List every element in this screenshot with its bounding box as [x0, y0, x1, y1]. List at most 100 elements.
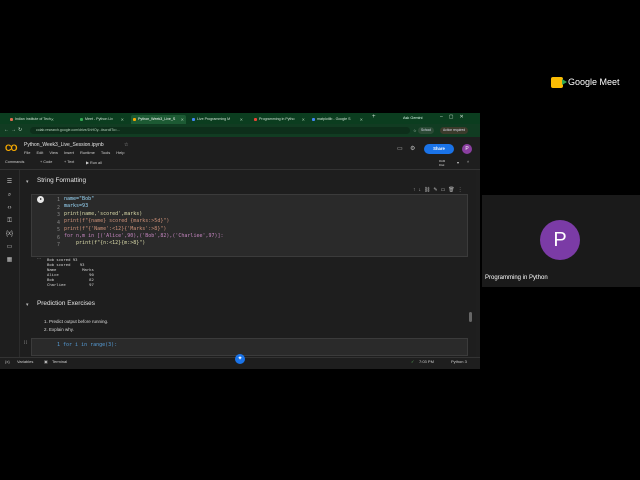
tab-label: Live Programming M: [197, 117, 231, 121]
cell-toolbar: ↑↓⛓✎▭🗑⋮: [413, 187, 466, 193]
bookmark-star-icon[interactable]: ☆: [413, 127, 417, 134]
execution-count: [ ]: [24, 340, 28, 344]
folder-icon[interactable]: ▭: [6, 244, 13, 251]
browser-tab[interactable]: Indian Institute of Tech ✕: [8, 115, 56, 124]
settings-gear-icon[interactable]: ⚙: [410, 145, 415, 152]
cell-output: [31, 257, 468, 292]
comment-icon[interactable]: ▭: [397, 145, 403, 152]
chevron-up-icon[interactable]: ˄: [467, 160, 469, 164]
close-icon[interactable]: ✕: [240, 115, 243, 124]
url-input[interactable]: colab.research.google.com/drive/1hHOy...…: [30, 127, 410, 134]
tab-favicon-icon: [312, 118, 315, 121]
disk-indicator[interactable]: Disk: [439, 163, 444, 167]
line-number: 2: [57, 205, 61, 211]
tab-favicon-icon: [254, 118, 257, 121]
terminal-button[interactable]: Terminal: [52, 359, 67, 364]
share-button[interactable]: Share: [424, 144, 454, 154]
tab-favicon-icon: [192, 118, 195, 121]
line-number: 4: [57, 220, 61, 226]
participant-avatar: P: [540, 220, 580, 260]
window-controls[interactable]: –▢✕: [440, 114, 470, 120]
meet-brand: Google Meet: [568, 77, 620, 87]
close-icon[interactable]: ✕: [360, 115, 363, 124]
menu-view[interactable]: View: [49, 150, 58, 155]
tab-label: matplotlib - Google S: [317, 117, 351, 121]
colab-logo[interactable]: CO: [5, 143, 17, 153]
forward-icon[interactable]: →: [11, 127, 16, 134]
line-number: 7: [57, 242, 61, 248]
run-cell-button[interactable]: [37, 196, 44, 203]
notebook-toolbar: Commands + Code + Text ▶ Run all RAM Dis…: [0, 159, 480, 170]
delete-icon[interactable]: 🗑: [448, 187, 457, 193]
variables-icon[interactable]: {x}: [6, 231, 13, 238]
status-check-icon: ✓: [411, 359, 415, 364]
link-icon[interactable]: ⛓: [424, 187, 433, 193]
menu-runtime[interactable]: Runtime: [80, 150, 95, 155]
star-icon[interactable]: ☆: [124, 142, 128, 148]
key-icon[interactable]: ⚿: [6, 218, 13, 225]
runtime-label[interactable]: Python 3: [451, 359, 467, 364]
run-all-button[interactable]: ▶ Run all: [86, 160, 102, 165]
code-line[interactable]: print(f"{n:<12}{m:>8}"): [64, 240, 145, 247]
new-tab-icon[interactable]: +: [372, 114, 376, 120]
ask-gemini-button[interactable]: Ask Gemini: [403, 116, 422, 120]
profile-button[interactable]: School: [418, 127, 435, 134]
close-icon[interactable]: ✕: [302, 115, 305, 124]
code-icon[interactable]: ‹›: [6, 205, 13, 212]
collapse-caret-icon[interactable]: ▾: [26, 179, 29, 185]
exercise-list: 1. Predict output before running. 2. Exp…: [44, 318, 108, 334]
close-icon[interactable]: ✕: [181, 115, 184, 124]
close-icon[interactable]: ✕: [51, 115, 54, 124]
menu-edit[interactable]: Edit: [36, 150, 43, 155]
line-number: 6: [57, 235, 61, 241]
browser-tab[interactable]: Live Programming M ✕: [190, 115, 245, 124]
list-item: 2. Explain why.: [44, 327, 74, 332]
browser-tab[interactable]: Programming in Pytho ✕: [252, 115, 307, 124]
edit-icon[interactable]: ✎: [433, 187, 440, 193]
menu-insert[interactable]: Insert: [64, 150, 74, 155]
code-line[interactable]: print(f"{name} scored {marks:>5d}"): [64, 218, 169, 225]
back-icon[interactable]: ←: [4, 127, 9, 134]
menu-help[interactable]: Help: [116, 150, 124, 155]
browser-tab-bar: Indian Institute of Tech ✕ Meet - Python …: [0, 113, 480, 124]
tab-favicon-icon: [10, 118, 13, 121]
output-menu-icon[interactable]: ⋯: [37, 256, 41, 261]
left-rail: ☰ ⌕ ‹› ⚿ {x} ▭ ▦: [0, 170, 20, 358]
section-heading: String Formatting: [37, 177, 87, 184]
browser-tab[interactable]: matplotlib - Google S ✕: [310, 115, 365, 124]
tab-label: Indian Institute of Tech: [15, 117, 51, 121]
collapse-caret-icon[interactable]: ▾: [26, 302, 29, 308]
user-avatar[interactable]: P: [462, 144, 472, 154]
colab-header: [0, 137, 480, 159]
tab-label: Meet - Python Liv: [85, 117, 113, 121]
tab-label: Programming in Pytho: [259, 117, 295, 121]
search-icon[interactable]: ⌕: [6, 192, 13, 199]
notebook-title[interactable]: Python_Week3_Live_Session.ipynb: [24, 142, 104, 148]
menu-file[interactable]: File: [24, 150, 30, 155]
line-number: 3: [57, 212, 61, 218]
code-line[interactable]: marks=93: [64, 203, 88, 210]
scrollbar-thumb[interactable]: [469, 312, 472, 322]
more-icon[interactable]: ⋮: [458, 187, 466, 193]
chevron-down-icon[interactable]: ▾: [457, 160, 459, 165]
menu-icon[interactable]: ☰: [6, 179, 13, 186]
tab-label: Python_Week3_Live_S: [138, 117, 176, 121]
variables-button[interactable]: Variables: [17, 359, 33, 364]
action-required-button[interactable]: Action required: [440, 127, 469, 134]
add-text-button[interactable]: + Text: [64, 160, 74, 164]
browser-tab-active[interactable]: Python_Week3_Live_S ✕: [131, 115, 186, 124]
tab-favicon-icon: [80, 118, 83, 121]
terminal-icon: ▣: [44, 359, 48, 364]
add-code-button[interactable]: + Code: [40, 160, 52, 164]
commands-button[interactable]: Commands: [5, 160, 24, 164]
menu-tools[interactable]: Tools: [101, 150, 110, 155]
code-line[interactable]: 1 for i in range(3):: [57, 342, 117, 349]
reload-icon[interactable]: ↻: [18, 127, 22, 134]
tab-favicon-icon: [133, 118, 136, 121]
google-meet-logo-icon: [551, 77, 567, 88]
output-line: Charliee 97: [47, 282, 94, 287]
browser-tab[interactable]: Meet - Python Liv ✕: [78, 115, 126, 124]
gemini-fab-button[interactable]: ✦: [235, 354, 245, 364]
close-icon[interactable]: ✕: [121, 115, 124, 124]
table-icon[interactable]: ▦: [6, 257, 13, 264]
